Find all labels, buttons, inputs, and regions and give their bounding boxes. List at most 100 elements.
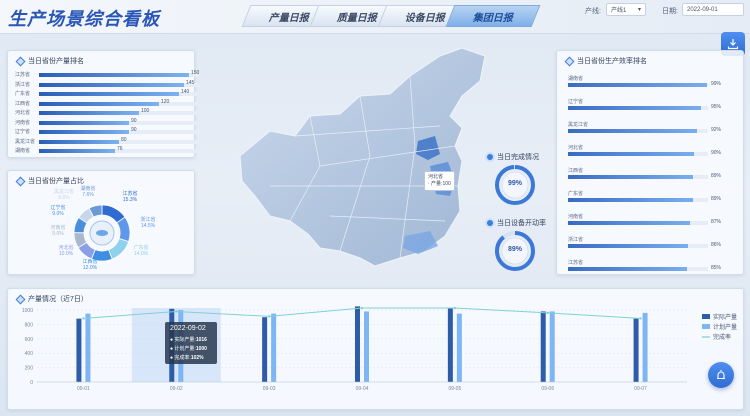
rate-point[interactable]: [546, 311, 549, 315]
gauge-title-text: 当日完成情况: [497, 154, 539, 161]
dot-icon: [487, 220, 493, 226]
legend-label: 计划产量: [713, 325, 738, 331]
donut-label-name: 黑龙江省: [54, 188, 74, 195]
bar-actual[interactable]: [540, 311, 546, 382]
efficiency-value: 89%: [711, 196, 722, 202]
diamond-icon: [15, 56, 26, 66]
ranking-track: [39, 130, 199, 134]
tooltip-rate-label: 完成率:: [174, 355, 191, 361]
rate-point[interactable]: [639, 317, 642, 320]
chart-tooltip: 2022-09-02 ● 实际产量:1016 ● 计划产量:1000 ● 完成率…: [165, 322, 217, 364]
efficiency-province: 黑龙江省: [568, 122, 589, 128]
province-output-share-panel: 当日省份产量占比 江苏省 15.3% 浙江省 14.5% 广东省 14.0% 江西省 12.0…: [7, 170, 195, 275]
ranking-value: 145: [186, 79, 195, 86]
efficiency-value: 92%: [711, 127, 722, 133]
tooltip-rate-value: 102%: [190, 355, 204, 361]
efficiency-value: 95%: [711, 104, 722, 110]
efficiency-province: 广东省: [568, 191, 584, 197]
efficiency-value: 86%: [711, 242, 722, 248]
ranking-value: 76: [117, 146, 123, 152]
y-tick-label: 800: [25, 322, 34, 328]
bar-actual[interactable]: [76, 318, 82, 382]
efficiency-value: 85%: [711, 265, 722, 271]
donut-label-pct: 9.0%: [52, 231, 64, 237]
ranking-bar: [39, 73, 189, 77]
donut-label-pct: 14.0%: [134, 251, 149, 257]
efficiency-track: [568, 83, 708, 87]
legend-swatch: [702, 314, 710, 319]
ranking-bar: [39, 111, 139, 115]
ranking-bar: [39, 139, 119, 144]
bar-plan[interactable]: [549, 311, 555, 382]
efficiency-track: [568, 267, 708, 271]
efficiency-track: [568, 221, 708, 225]
efficiency-province: 河南省: [568, 214, 584, 220]
gauge-title-equipment: 当日设备开动率: [487, 218, 546, 228]
rate-point[interactable]: [453, 306, 457, 310]
efficiency-province: 江苏省: [568, 260, 584, 266]
donut-slice[interactable]: [108, 238, 130, 260]
efficiency-row: 广东省 89%: [568, 190, 746, 202]
ranking-row: 广东省 140: [15, 89, 199, 98]
top-bar: 生产场景综合看板 产量日报 质量日报 设备日报 集团日报 产线: 产线1 ▾ 日…: [0, 0, 750, 34]
date-filter-label: 日期:: [662, 8, 678, 15]
bar-actual[interactable]: [262, 317, 268, 382]
efficiency-bar: [568, 244, 688, 248]
ranking-track: [39, 73, 199, 77]
share-donut-chart: 江苏省15.3% 浙江省14.5% 广东省14.0% 江西省12.0% 河北省10.0%…: [50, 185, 155, 271]
rate-point[interactable]: [267, 315, 271, 318]
donut-label-name: 辽宁省: [50, 204, 65, 211]
bar-actual[interactable]: [355, 306, 360, 382]
legend-swatch: [702, 335, 710, 338]
diamond-icon: [564, 56, 575, 66]
ranking-province: 河南省: [15, 119, 31, 126]
page-title: 生产场景综合看板: [8, 9, 160, 29]
bar-actual[interactable]: [633, 318, 639, 382]
ranking-row: 湖南省 76: [15, 146, 199, 155]
map-tooltip-value: · 产量:100: [428, 181, 451, 187]
ranking-bar: [39, 101, 159, 106]
ranking-row: 浙江省 145: [15, 79, 199, 89]
efficiency-value: 89%: [711, 173, 722, 179]
donut-label-name: 江苏省: [122, 190, 137, 197]
y-tick-label: 400: [25, 351, 34, 357]
ranking-value: 90: [131, 127, 137, 133]
bar-plan[interactable]: [642, 312, 648, 382]
bar-plan[interactable]: [456, 313, 462, 382]
efficiency-bar: [568, 198, 693, 202]
ranking-value: 150: [191, 70, 200, 76]
legend-label: 完成率: [713, 335, 732, 341]
legend-plan: 计划产量: [702, 322, 737, 331]
x-tick-label: 09-02: [170, 386, 183, 392]
ranking-value: 120: [161, 98, 170, 105]
x-tick-label: 09-01: [77, 386, 90, 392]
map-tooltip-province: 河北省: [428, 174, 444, 180]
ranking-value: 100: [141, 108, 150, 114]
line-select[interactable]: 产线1 ▾: [606, 3, 646, 16]
rate-point[interactable]: [175, 310, 178, 313]
efficiency-row: 江西省 89%: [568, 167, 746, 179]
date-picker[interactable]: 2022-09-01: [682, 3, 744, 16]
efficiency-row: 黑龙江省 92%: [568, 121, 746, 133]
alarm-button[interactable]: [708, 362, 734, 388]
map-outline: [239, 47, 486, 267]
tab-group-daily[interactable]: 集团日报: [445, 5, 541, 27]
ranking-track: [39, 82, 199, 87]
ranking-bar: [39, 130, 129, 134]
y-tick-label: 1000: [22, 308, 33, 314]
bar-plan[interactable]: [85, 313, 91, 382]
bar-plan[interactable]: [364, 311, 369, 382]
efficiency-province: 辽宁省: [568, 99, 584, 105]
rate-point[interactable]: [360, 306, 364, 310]
rate-point[interactable]: [82, 317, 85, 320]
bar-actual[interactable]: [447, 308, 453, 382]
panel-title-text: 当日省份生产效率排名: [577, 58, 647, 65]
x-tick-label: 09-07: [634, 386, 647, 392]
bar-plan[interactable]: [271, 313, 277, 382]
efficiency-bar: [568, 267, 687, 271]
ranking-row: 河南省 90: [15, 118, 199, 127]
donut-label-name: 广东省: [133, 244, 148, 251]
efficiency-province: 河北省: [568, 145, 584, 151]
tooltip-actual: ● 实际产量:1016: [170, 337, 207, 343]
legend-actual: 实际产量: [702, 312, 737, 321]
